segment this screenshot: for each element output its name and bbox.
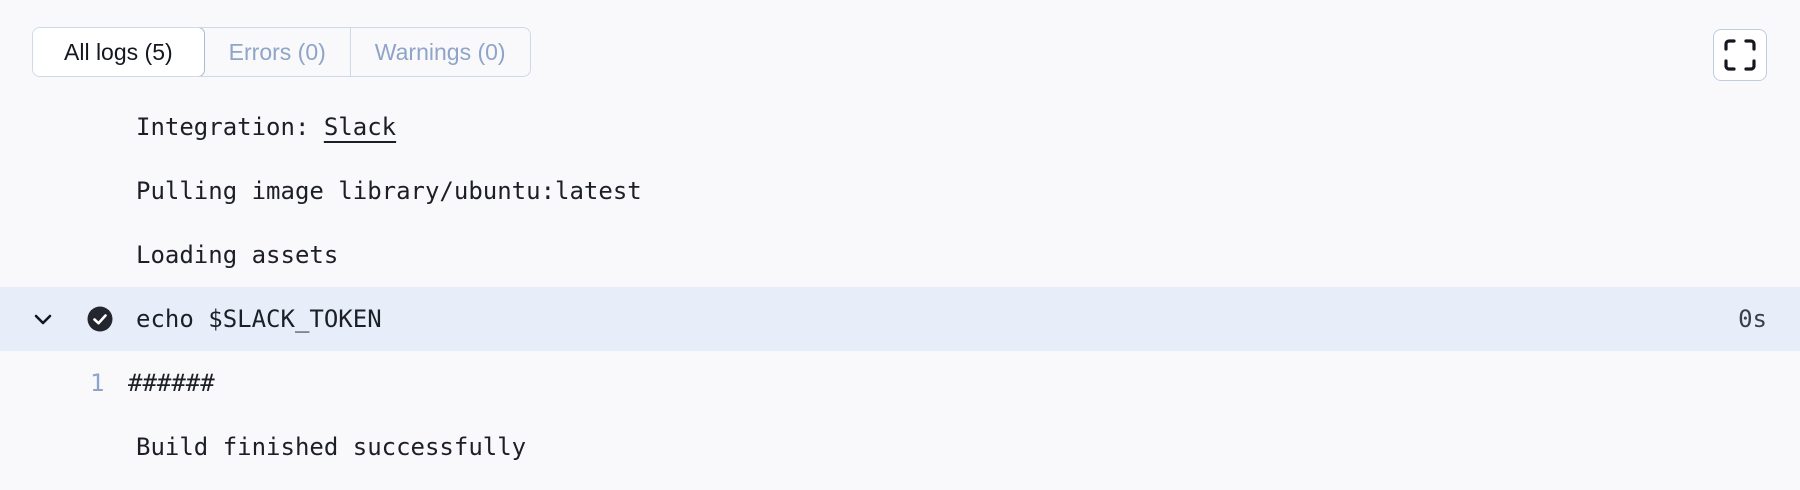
integration-label: Integration: [136,113,324,141]
tab-all-logs[interactable]: All logs (5) [32,28,205,76]
chevron-down-icon[interactable] [33,309,53,329]
log-line-text: Loading assets [136,241,339,269]
log-output: Integration: Slack Pulling image library… [0,95,1800,479]
tab-warnings[interactable]: Warnings (0) [351,28,530,76]
integration-line: Integration: Slack [136,113,396,141]
step-row[interactable]: echo $SLACK_TOKEN 0s [0,287,1800,351]
log-line: Integration: Slack [0,95,1800,159]
fullscreen-icon [1724,39,1756,71]
line-number: 1 [90,369,105,397]
fullscreen-button[interactable] [1713,29,1767,81]
output-text: ###### [128,369,215,397]
step-command: echo $SLACK_TOKEN [136,305,382,333]
step-duration: 0s [1738,305,1767,333]
check-circle-icon [87,306,113,332]
log-line: Loading assets [0,223,1800,287]
tab-errors[interactable]: Errors (0) [205,28,351,76]
step-output-line: 1 ###### [0,351,1800,415]
log-line-text: Pulling image library/ubuntu:latest [136,177,642,205]
log-line-text: Build finished successfully [136,433,527,461]
log-line: Pulling image library/ubuntu:latest [0,159,1800,223]
log-line: Build finished successfully [0,415,1800,479]
log-filter-tabs: All logs (5) Errors (0) Warnings (0) [32,27,531,77]
integration-link[interactable]: Slack [324,113,396,141]
